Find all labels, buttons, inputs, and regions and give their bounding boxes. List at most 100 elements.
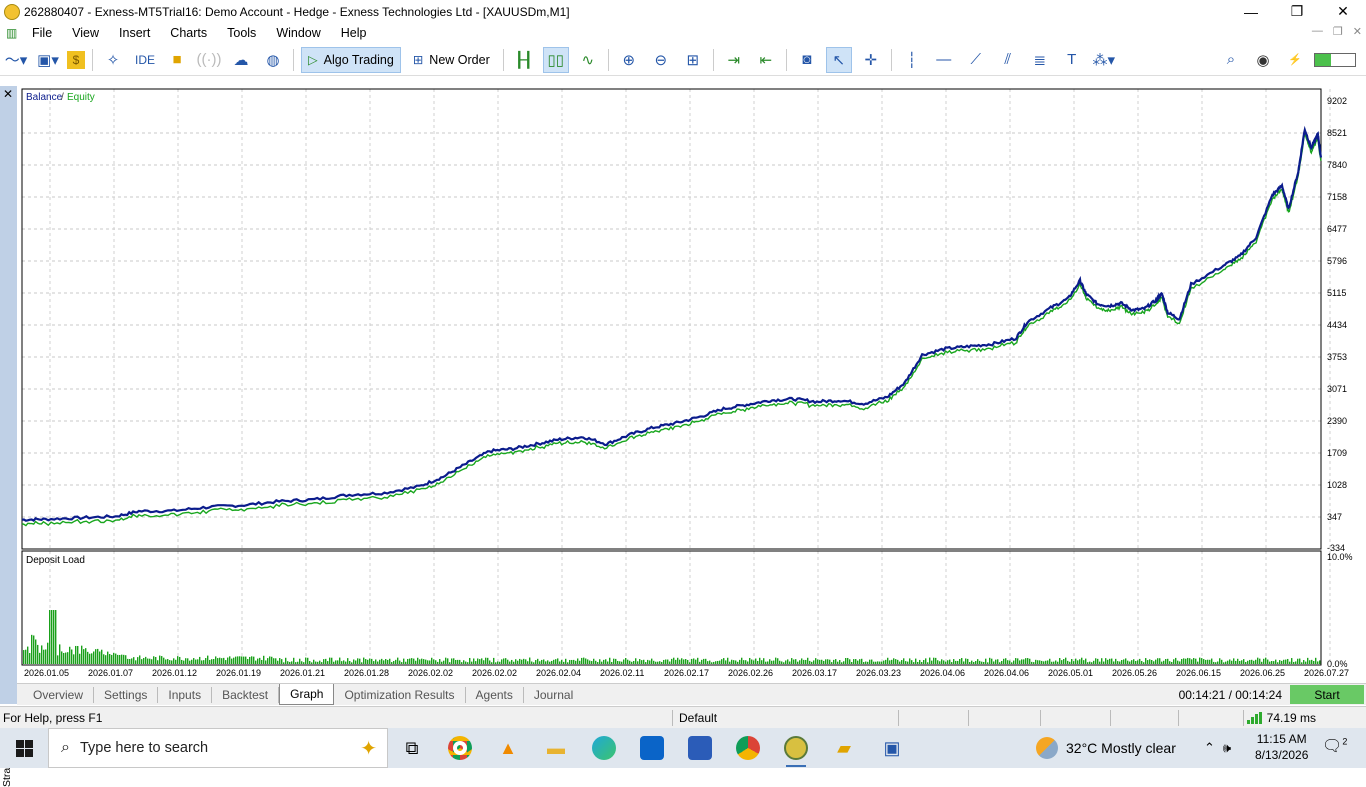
file-explorer-icon[interactable]: ▬ <box>532 728 580 768</box>
trade-dollar-icon[interactable]: $ <box>67 50 85 69</box>
tab-backtest[interactable]: Backtest <box>212 686 280 703</box>
chart-type-icon[interactable]: 〜▾ <box>3 47 29 73</box>
taskbar-clock[interactable]: 11:15 AM 8/13/2026 <box>1255 731 1308 763</box>
vertical-line-icon[interactable]: ┆ <box>899 47 925 73</box>
vlc-icon[interactable]: ▲ <box>484 728 532 768</box>
deposit-load-bar <box>1109 658 1111 664</box>
trend-line-icon[interactable]: ⟋ <box>963 47 989 73</box>
crosshair-icon[interactable]: ✛ <box>858 47 884 73</box>
text-tool-icon[interactable]: T <box>1059 47 1085 73</box>
connection-status[interactable]: 74.19 ms <box>1246 711 1316 725</box>
bar-chart-icon[interactable]: ┠┨ <box>511 47 537 73</box>
mdi-restore-icon[interactable]: ❐ <box>1333 25 1343 38</box>
close-tester-icon[interactable]: ✕ <box>3 87 13 101</box>
maximize-button[interactable]: ❐ <box>1274 0 1320 23</box>
deposit-load-bar <box>879 661 881 664</box>
channel-icon[interactable]: ⫽ <box>995 47 1021 73</box>
menu-window[interactable]: Window <box>266 26 330 40</box>
deposit-load-bar <box>653 660 655 664</box>
deposit-load-bar <box>1077 660 1079 664</box>
start-button[interactable]: Start <box>1290 685 1364 704</box>
task-view-icon[interactable]: ⧉ <box>388 728 436 768</box>
fibonacci-icon[interactable]: ≣ <box>1027 47 1053 73</box>
screenshot-icon[interactable]: ◙ <box>794 47 820 73</box>
chip-app-icon[interactable]: ▣ <box>868 728 916 768</box>
navigator-sparkle-icon[interactable]: ✧ <box>100 47 126 73</box>
algo-trading-button[interactable]: ▷ Algo Trading <box>301 46 401 73</box>
deposit-load-bar <box>149 658 151 664</box>
metatrader-icon[interactable] <box>772 728 820 768</box>
menu-file[interactable]: File <box>22 26 62 40</box>
cursor-icon[interactable]: ↖ <box>825 46 852 73</box>
tile-windows-icon[interactable]: ⊞ <box>680 47 706 73</box>
deposit-load-bar <box>1179 661 1181 664</box>
templates-icon[interactable]: ▣▾ <box>35 47 61 73</box>
tab-graph[interactable]: Graph <box>279 683 335 705</box>
minimize-button[interactable]: — <box>1228 0 1274 23</box>
chart-window-icon[interactable]: ▥ <box>6 26 22 40</box>
ide-button[interactable]: IDE <box>132 47 158 73</box>
menu-tools[interactable]: Tools <box>217 26 266 40</box>
tab-optimization-results[interactable]: Optimization Results <box>334 686 466 703</box>
community-icon[interactable]: ◍ <box>260 47 286 73</box>
tab-journal[interactable]: Journal <box>524 687 583 703</box>
speaker-icon[interactable]: 🕪 <box>1223 740 1231 756</box>
vps-cloud-icon[interactable]: ☁ <box>228 47 254 73</box>
chrome-icon[interactable] <box>436 728 484 768</box>
chart-shift-icon[interactable]: ⇤ <box>753 47 779 73</box>
mdi-minimize-icon[interactable]: — <box>1312 25 1323 38</box>
deposit-load-bar <box>1273 661 1275 664</box>
deposit-load-bar <box>707 661 709 664</box>
deposit-load-bar <box>779 660 781 664</box>
notifications-icon[interactable]: 🗨2 <box>1322 736 1347 756</box>
signals-icon[interactable]: ((·)) <box>196 47 222 73</box>
tab-settings[interactable]: Settings <box>94 686 159 703</box>
copilot-sparkle-icon[interactable]: ✦ <box>360 736 377 761</box>
start-menu-button[interactable] <box>0 728 48 768</box>
deposit-load-bar <box>321 662 323 664</box>
deposit-load-bar <box>749 657 751 664</box>
tab-inputs[interactable]: Inputs <box>158 686 213 703</box>
deposit-load-bar <box>739 659 741 664</box>
market-bag-icon[interactable]: ■ <box>164 47 190 73</box>
horizontal-line-icon[interactable]: — <box>931 47 957 73</box>
new-order-label: New Order <box>429 52 490 67</box>
deposit-load-bar <box>577 658 579 664</box>
deposit-load-bar <box>85 648 87 664</box>
menu-charts[interactable]: Charts <box>160 26 217 40</box>
new-order-button[interactable]: ⊞ New Order <box>407 47 496 73</box>
zoom-in-icon[interactable]: ⊕ <box>616 47 642 73</box>
line-chart-icon[interactable]: ∿ <box>575 47 601 73</box>
tab-overview[interactable]: Overview <box>23 686 95 703</box>
mdi-close-icon[interactable]: ✕ <box>1353 25 1362 38</box>
tab-agents[interactable]: Agents <box>466 686 524 703</box>
deposit-load-bar <box>1225 661 1227 664</box>
auto-scroll-icon[interactable]: ⇥ <box>721 47 747 73</box>
deposit-load-bar <box>885 659 887 664</box>
word-icon[interactable] <box>676 728 724 768</box>
outlook-icon[interactable] <box>628 728 676 768</box>
account-icon[interactable]: ◉ <box>1250 47 1276 73</box>
menu-insert[interactable]: Insert <box>109 26 160 40</box>
edge-icon[interactable] <box>580 728 628 768</box>
close-button[interactable]: ✕ <box>1320 0 1366 23</box>
balance-equity-chart[interactable]: 9202 8521 7840 7158 6477 5796 5115 4434 3753 3071… <box>17 86 1366 684</box>
deposit-load-bar <box>269 656 271 664</box>
weather-widget[interactable]: 32°C Mostly clear <box>1036 728 1176 768</box>
deposit-load-bar <box>117 654 119 664</box>
search-icon[interactable]: ⌕ <box>1218 47 1244 73</box>
chevron-up-icon[interactable]: ⌃ <box>1204 740 1215 756</box>
chrome-profile-icon[interactable] <box>724 728 772 768</box>
deposit-load-bar <box>61 651 63 664</box>
shapes-icon[interactable]: ⁂▾ <box>1091 47 1117 73</box>
deposit-load-bar <box>811 661 813 664</box>
zoom-out-icon[interactable]: ⊖ <box>648 47 674 73</box>
deposit-load-bar <box>665 659 667 664</box>
level-icon[interactable]: ⚡ <box>1282 47 1308 73</box>
taskbar-search[interactable]: ⌕ Type here to search ✦ <box>48 728 388 768</box>
deposit-load-bar <box>1301 662 1303 664</box>
metaeditor-icon[interactable]: ▰ <box>820 728 868 768</box>
menu-help[interactable]: Help <box>331 26 377 40</box>
candlestick-icon[interactable]: ▯▯ <box>542 46 569 73</box>
menu-view[interactable]: View <box>62 26 109 40</box>
